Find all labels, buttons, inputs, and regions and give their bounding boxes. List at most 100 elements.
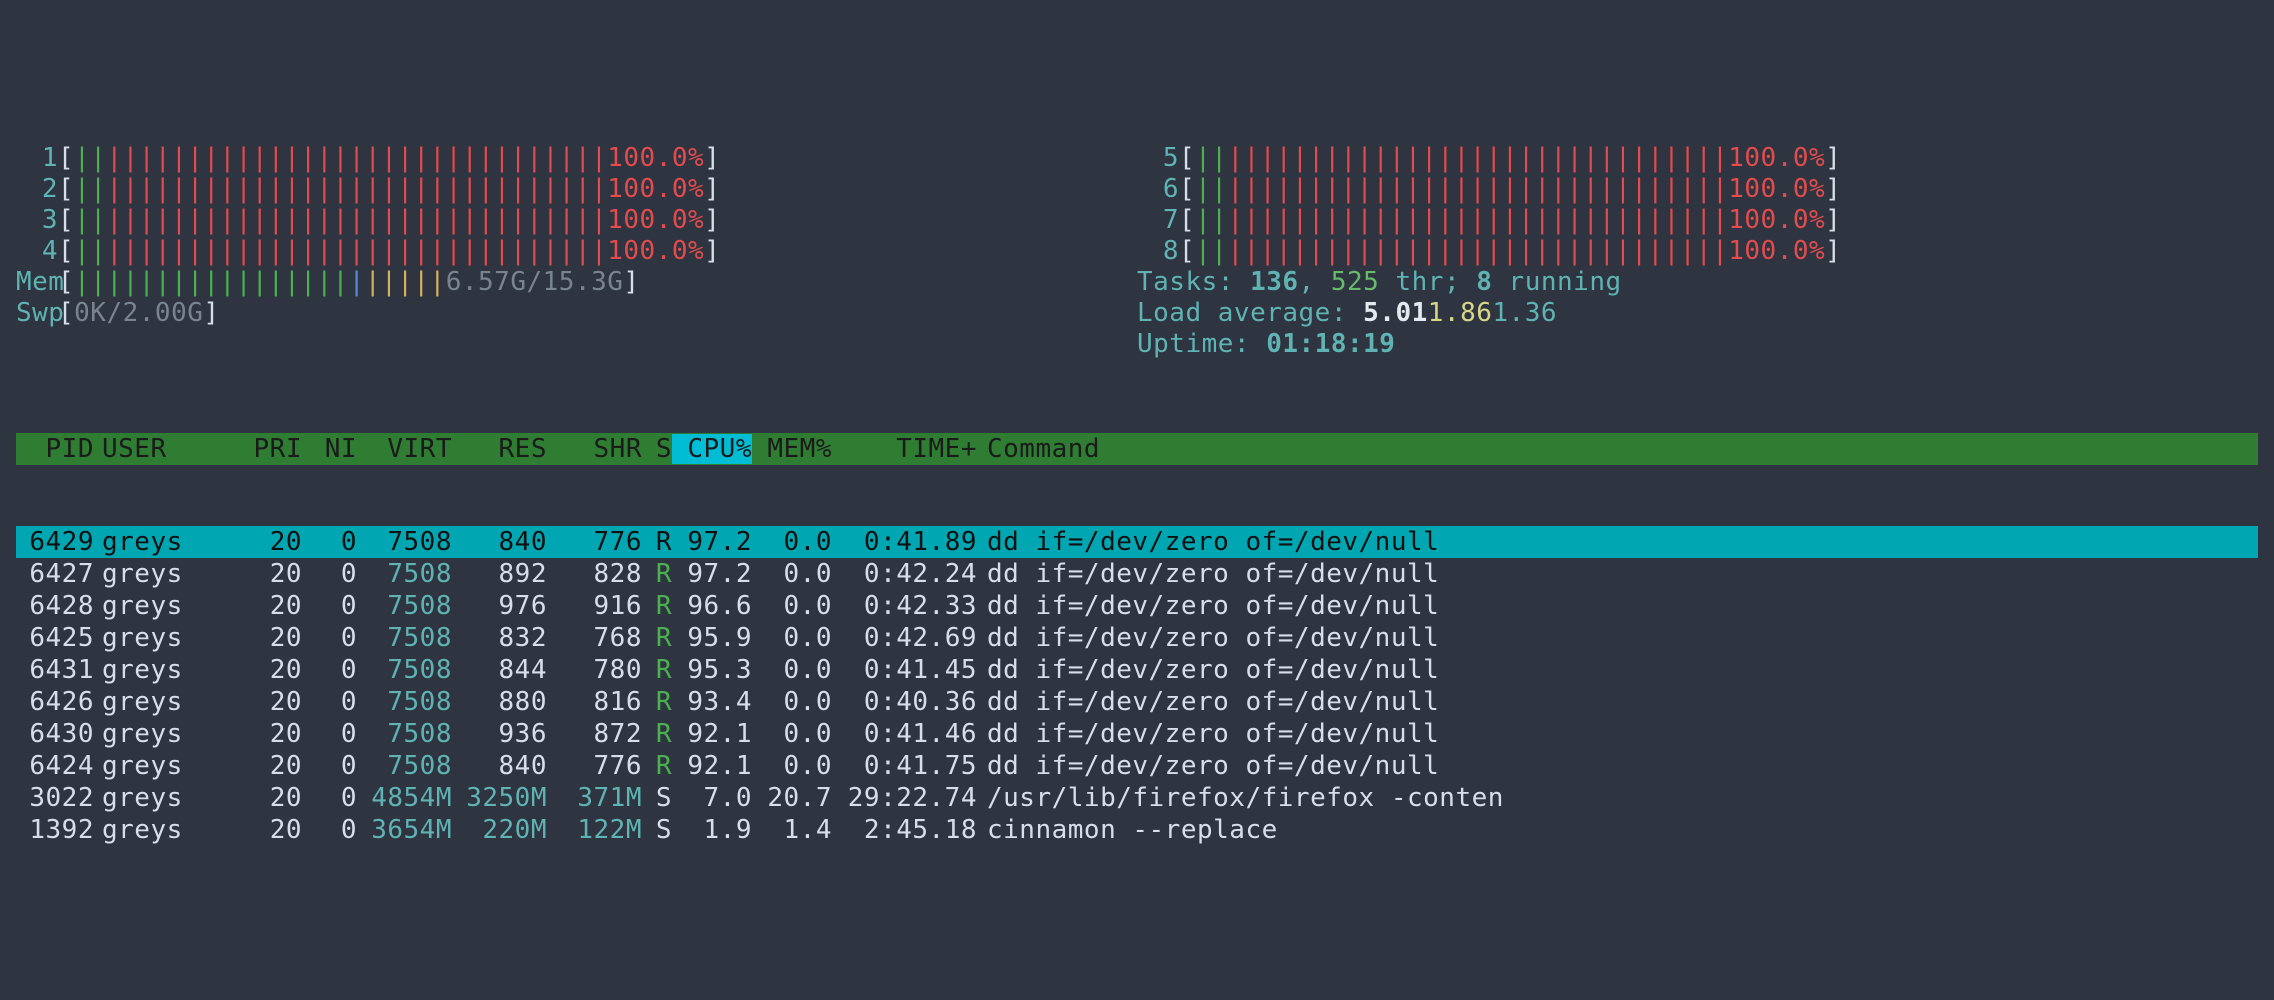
cell-user: greys [94, 719, 239, 750]
cell-res: 880 [452, 687, 547, 718]
table-row[interactable]: 6427greys2007508892828R97.20.00:42.24dd … [16, 558, 2258, 590]
cell-res: 832 [452, 623, 547, 654]
cpu-meter-6: 6 [|||||||||||||||||||||||||||||||||100.… [1137, 174, 2258, 205]
cell-state: R [642, 655, 672, 686]
cell-cpu: 95.3 [672, 655, 752, 686]
cpu-meter-label: 1 [16, 143, 58, 174]
header-cmd[interactable]: Command [977, 434, 2258, 465]
cpu-meter-7: 7 [|||||||||||||||||||||||||||||||||100.… [1137, 205, 2258, 236]
meters-right-column: 5 [|||||||||||||||||||||||||||||||||100.… [1137, 143, 2258, 360]
cell-cpu: 95.9 [672, 623, 752, 654]
table-row[interactable]: 1392greys2003654M220M122MS1.91.42:45.18c… [16, 814, 2258, 846]
cell-cpu: 92.1 [672, 751, 752, 782]
cell-user: greys [94, 559, 239, 590]
cell-pri: 20 [239, 751, 302, 782]
cpu-meter-label: 5 [1137, 143, 1179, 174]
cell-virt: 7508 [357, 719, 452, 750]
cell-time: 0:41.46 [832, 719, 977, 750]
header-cpu[interactable]: CPU% [672, 434, 752, 465]
cell-pid: 6427 [16, 559, 94, 590]
cell-time: 0:42.33 [832, 591, 977, 622]
cell-cpu: 97.2 [672, 527, 752, 558]
cell-cpu: 97.2 [672, 559, 752, 590]
cell-cpu: 93.4 [672, 687, 752, 718]
header-res[interactable]: RES [452, 434, 547, 465]
cpu-meter-label: 6 [1137, 174, 1179, 205]
cpu-meter-4: 4 [|||||||||||||||||||||||||||||||||100.… [16, 236, 1137, 267]
cell-time: 0:41.45 [832, 655, 977, 686]
cell-state: R [642, 591, 672, 622]
cell-state: S [642, 815, 672, 846]
table-row[interactable]: 3022greys2004854M3250M371MS7.020.729:22.… [16, 782, 2258, 814]
cell-pid: 6425 [16, 623, 94, 654]
cpu-meter-label: 2 [16, 174, 58, 205]
swp-meter-label: Swp [16, 298, 58, 329]
cell-virt: 4854M [357, 783, 452, 814]
cell-virt: 7508 [357, 527, 452, 558]
cell-ni: 0 [302, 559, 357, 590]
cpu-meter-label: 4 [16, 236, 58, 267]
cell-mem: 1.4 [752, 815, 832, 846]
cell-res: 3250M [452, 783, 547, 814]
cell-user: greys [94, 591, 239, 622]
tasks-line: Tasks: 136, 525 thr; 8 running [1137, 267, 2258, 298]
cell-pid: 3022 [16, 783, 94, 814]
cell-command: dd if=/dev/zero of=/dev/null [977, 623, 2258, 654]
table-row[interactable]: 6424greys2007508840776R92.10.00:41.75dd … [16, 750, 2258, 782]
table-row[interactable]: 6429greys2007508840776R97.20.00:41.89dd … [16, 526, 2258, 558]
cell-shr: 816 [547, 687, 642, 718]
header-shr[interactable]: SHR [547, 434, 642, 465]
cell-pri: 20 [239, 655, 302, 686]
cell-shr: 768 [547, 623, 642, 654]
cell-shr: 780 [547, 655, 642, 686]
cell-shr: 776 [547, 751, 642, 782]
cell-virt: 7508 [357, 559, 452, 590]
cell-command: /usr/lib/firefox/firefox -conten [977, 783, 2258, 814]
cell-state: S [642, 783, 672, 814]
cell-cpu: 92.1 [672, 719, 752, 750]
cell-command: cinnamon --replace [977, 815, 2258, 846]
meters-section: 1 [|||||||||||||||||||||||||||||||||100.… [16, 143, 2258, 360]
cell-mem: 0.0 [752, 687, 832, 718]
header-time[interactable]: TIME+ [832, 434, 977, 465]
cell-user: greys [94, 655, 239, 686]
cell-res: 220M [452, 815, 547, 846]
header-virt[interactable]: VIRT [357, 434, 452, 465]
cell-virt: 7508 [357, 687, 452, 718]
mem-meter-label: Mem [16, 267, 58, 298]
table-row[interactable]: 6431greys2007508844780R95.30.00:41.45dd … [16, 654, 2258, 686]
cell-ni: 0 [302, 655, 357, 686]
cell-pri: 20 [239, 623, 302, 654]
cpu-meter-2: 2 [|||||||||||||||||||||||||||||||||100.… [16, 174, 1137, 205]
table-row[interactable]: 6428greys2007508976916R96.60.00:42.33dd … [16, 590, 2258, 622]
header-ni[interactable]: NI [302, 434, 357, 465]
header-s[interactable]: S [642, 434, 672, 465]
header-mem[interactable]: MEM% [752, 434, 832, 465]
cell-ni: 0 [302, 591, 357, 622]
cell-time: 0:40.36 [832, 687, 977, 718]
mem-meter: Mem[||||||||||||||||||||||| 6.57G/15.3G] [16, 267, 1137, 298]
cell-pid: 6429 [16, 527, 94, 558]
cell-ni: 0 [302, 687, 357, 718]
table-row[interactable]: 6430greys2007508936872R92.10.00:41.46dd … [16, 718, 2258, 750]
header-user[interactable]: USER [94, 434, 239, 465]
cell-mem: 0.0 [752, 559, 832, 590]
cell-pid: 6424 [16, 751, 94, 782]
cell-res: 976 [452, 591, 547, 622]
cell-virt: 7508 [357, 591, 452, 622]
cell-res: 840 [452, 751, 547, 782]
cell-mem: 0.0 [752, 751, 832, 782]
cell-command: dd if=/dev/zero of=/dev/null [977, 559, 2258, 590]
cpu-meter-1: 1 [|||||||||||||||||||||||||||||||||100.… [16, 143, 1137, 174]
cell-mem: 0.0 [752, 623, 832, 654]
cell-virt: 7508 [357, 623, 452, 654]
table-row[interactable]: 6425greys2007508832768R95.90.00:42.69dd … [16, 622, 2258, 654]
cell-mem: 0.0 [752, 655, 832, 686]
cell-pri: 20 [239, 783, 302, 814]
cell-cpu: 7.0 [672, 783, 752, 814]
header-pri[interactable]: PRI [239, 434, 302, 465]
cell-command: dd if=/dev/zero of=/dev/null [977, 687, 2258, 718]
table-row[interactable]: 6426greys2007508880816R93.40.00:40.36dd … [16, 686, 2258, 718]
process-table-header[interactable]: PID USER PRI NI VIRT RES SHR S CPU% MEM%… [16, 433, 2258, 465]
header-pid[interactable]: PID [16, 434, 94, 465]
